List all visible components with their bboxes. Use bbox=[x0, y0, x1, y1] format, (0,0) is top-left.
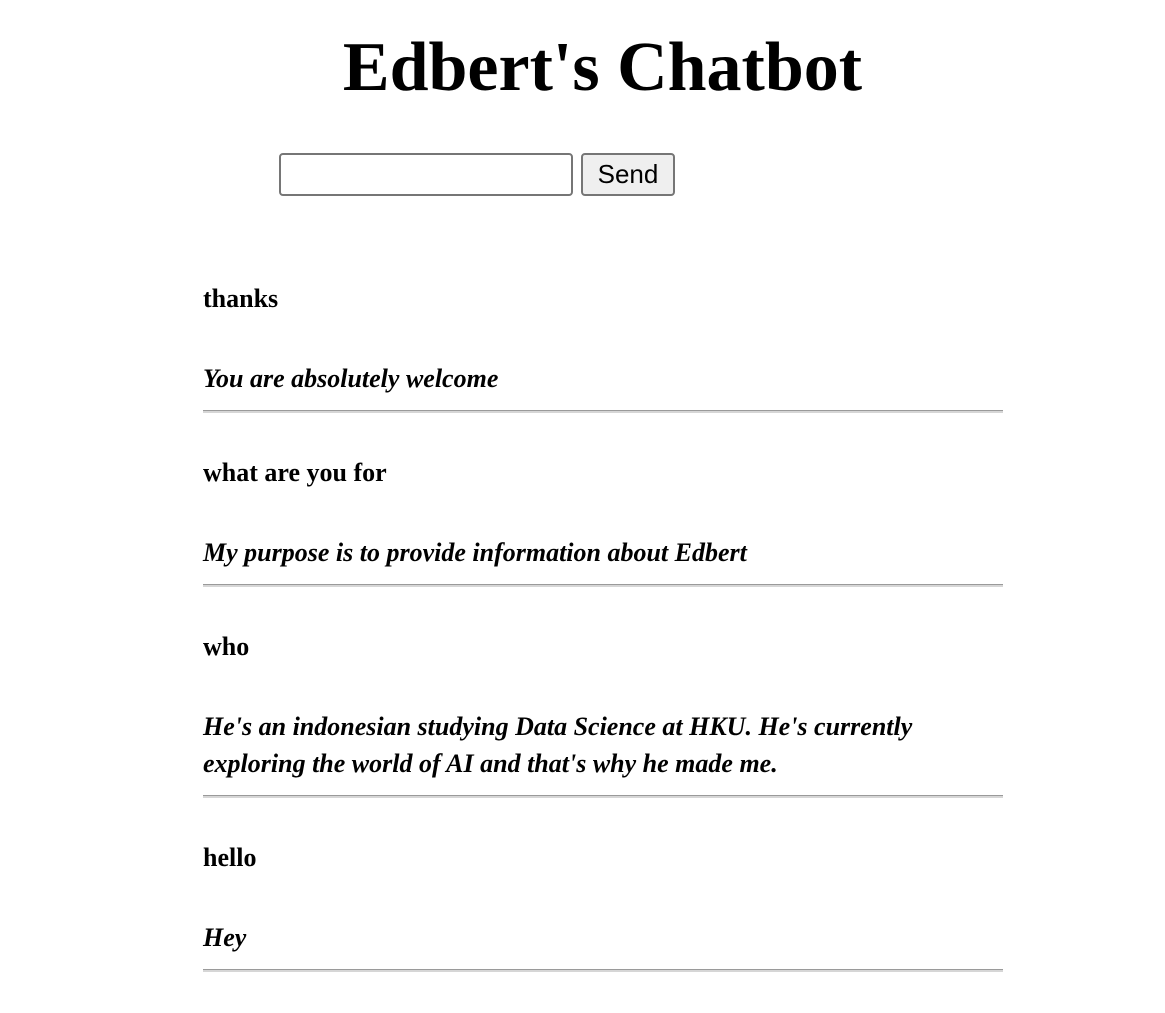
page-title: Edbert's Chatbot bbox=[342, 29, 863, 106]
chat-exchange: who He's an indonesian studying Data Sci… bbox=[203, 628, 1003, 798]
chat-exchange: hello Hey bbox=[203, 839, 1003, 972]
bot-reply: You are absolutely welcome bbox=[203, 364, 499, 393]
user-message: thanks bbox=[203, 284, 279, 313]
chat-exchange: thanks You are absolutely welcome bbox=[203, 280, 1003, 413]
conversation-list: thanks You are absolutely welcome what a… bbox=[203, 280, 1003, 1013]
bot-reply: My purpose is to provide information abo… bbox=[203, 538, 747, 567]
message-input[interactable] bbox=[279, 153, 573, 196]
message-divider bbox=[203, 969, 1003, 972]
bot-reply: Hey bbox=[203, 923, 247, 952]
chat-exchange: what are you for My purpose is to provid… bbox=[203, 454, 1003, 587]
message-divider bbox=[203, 795, 1003, 798]
user-message: what are you for bbox=[203, 458, 387, 487]
message-divider bbox=[203, 584, 1003, 587]
user-message: hello bbox=[203, 843, 257, 872]
user-message: who bbox=[203, 632, 250, 661]
bot-reply: He's an indonesian studying Data Science… bbox=[203, 712, 913, 778]
chat-form: Send bbox=[279, 153, 675, 196]
message-divider bbox=[203, 410, 1003, 413]
send-button[interactable]: Send bbox=[581, 153, 675, 196]
